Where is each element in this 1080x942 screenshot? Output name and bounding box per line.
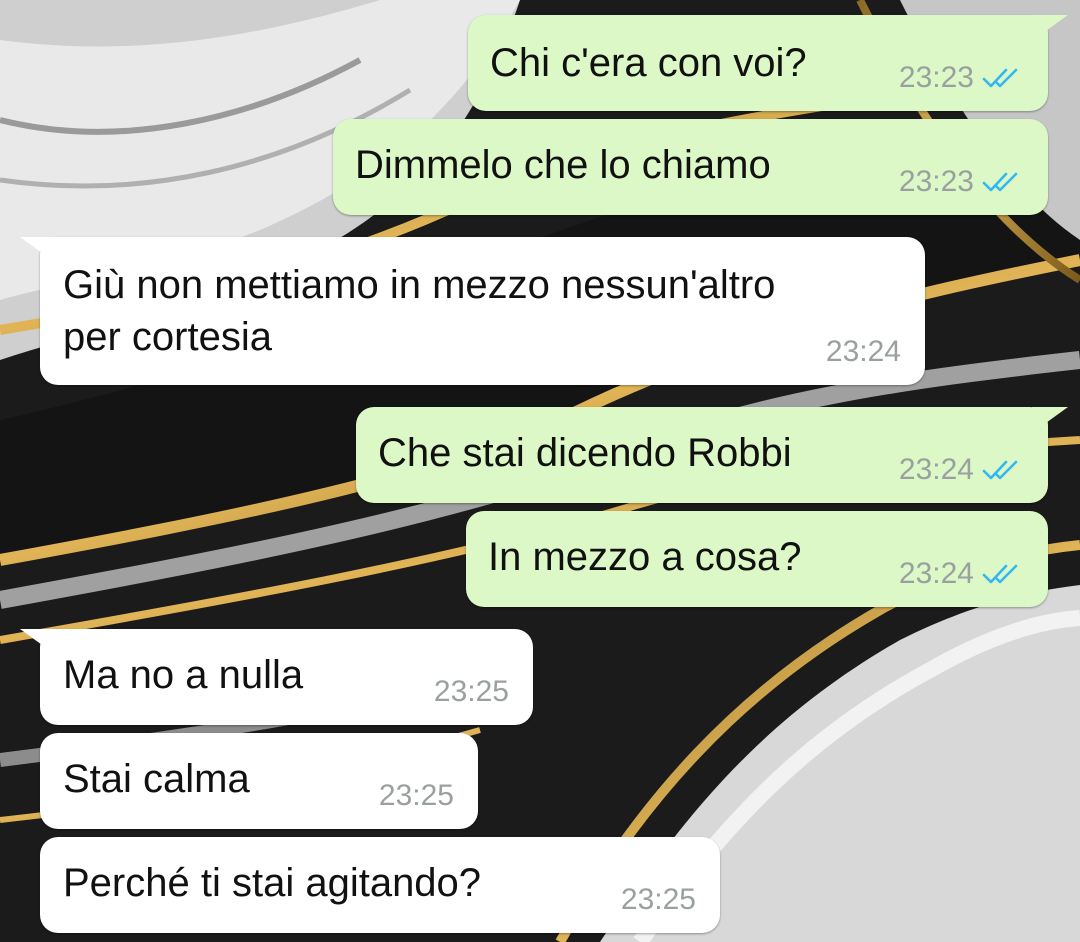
message-text: Chi c'era con voi? — [490, 41, 807, 85]
message-time: 23:25 — [433, 675, 509, 708]
message-meta: 23:24 — [899, 557, 1022, 591]
message-time: 23:25 — [620, 883, 696, 916]
outgoing-message[interactable]: Che stai dicendo Robbi 23:24 — [356, 407, 1068, 503]
message-text: Ma no a nulla — [63, 653, 304, 697]
message-time: 23:23 — [898, 61, 974, 94]
outgoing-message[interactable]: Dimmelo che lo chiamo 23:23 — [333, 119, 1048, 215]
message-list[interactable]: Chi c'era con voi? 23:23 Dimmelo che lo … — [0, 0, 1080, 942]
read-ticks-icon — [982, 564, 1018, 584]
message-text: Stai calma — [63, 757, 250, 801]
message-meta: 23:25 — [621, 883, 696, 917]
bubble-tail — [20, 629, 56, 655]
message-time: 23:24 — [898, 453, 974, 486]
incoming-message[interactable]: Giù non mettiamo in mezzo nessun'altro p… — [20, 237, 925, 385]
read-ticks-icon — [982, 68, 1018, 88]
message-meta: 23:24 — [826, 335, 901, 369]
message-text: In mezzo a cosa? — [488, 535, 802, 579]
bubble-tail — [1032, 15, 1068, 41]
message-meta: 23:25 — [379, 779, 454, 813]
bubble-tail — [1032, 407, 1068, 433]
message-time: 23:24 — [898, 557, 974, 590]
incoming-message[interactable]: Perché ti stai agitando? 23:25 — [40, 837, 720, 933]
message-time: 23:24 — [825, 335, 901, 368]
message-time: 23:25 — [378, 779, 454, 812]
read-ticks-icon — [982, 460, 1018, 480]
message-text: Perché ti stai agitando? — [63, 861, 482, 905]
incoming-message[interactable]: Stai calma 23:25 — [40, 733, 478, 829]
outgoing-message[interactable]: Chi c'era con voi? 23:23 — [468, 15, 1068, 111]
message-time: 23:23 — [898, 165, 974, 198]
message-text: Che stai dicendo Robbi — [378, 431, 792, 475]
message-meta: 23:24 — [899, 453, 1022, 487]
message-text: Giù non mettiamo in mezzo nessun'altro p… — [63, 263, 776, 359]
read-ticks-icon — [982, 172, 1018, 192]
message-text: Dimmelo che lo chiamo — [355, 143, 771, 187]
message-meta: 23:23 — [899, 165, 1022, 199]
bubble-tail — [20, 237, 56, 263]
outgoing-message[interactable]: In mezzo a cosa? 23:24 — [466, 511, 1048, 607]
message-meta: 23:23 — [899, 61, 1022, 95]
message-meta: 23:25 — [434, 675, 509, 709]
incoming-message[interactable]: Ma no a nulla 23:25 — [20, 629, 533, 725]
